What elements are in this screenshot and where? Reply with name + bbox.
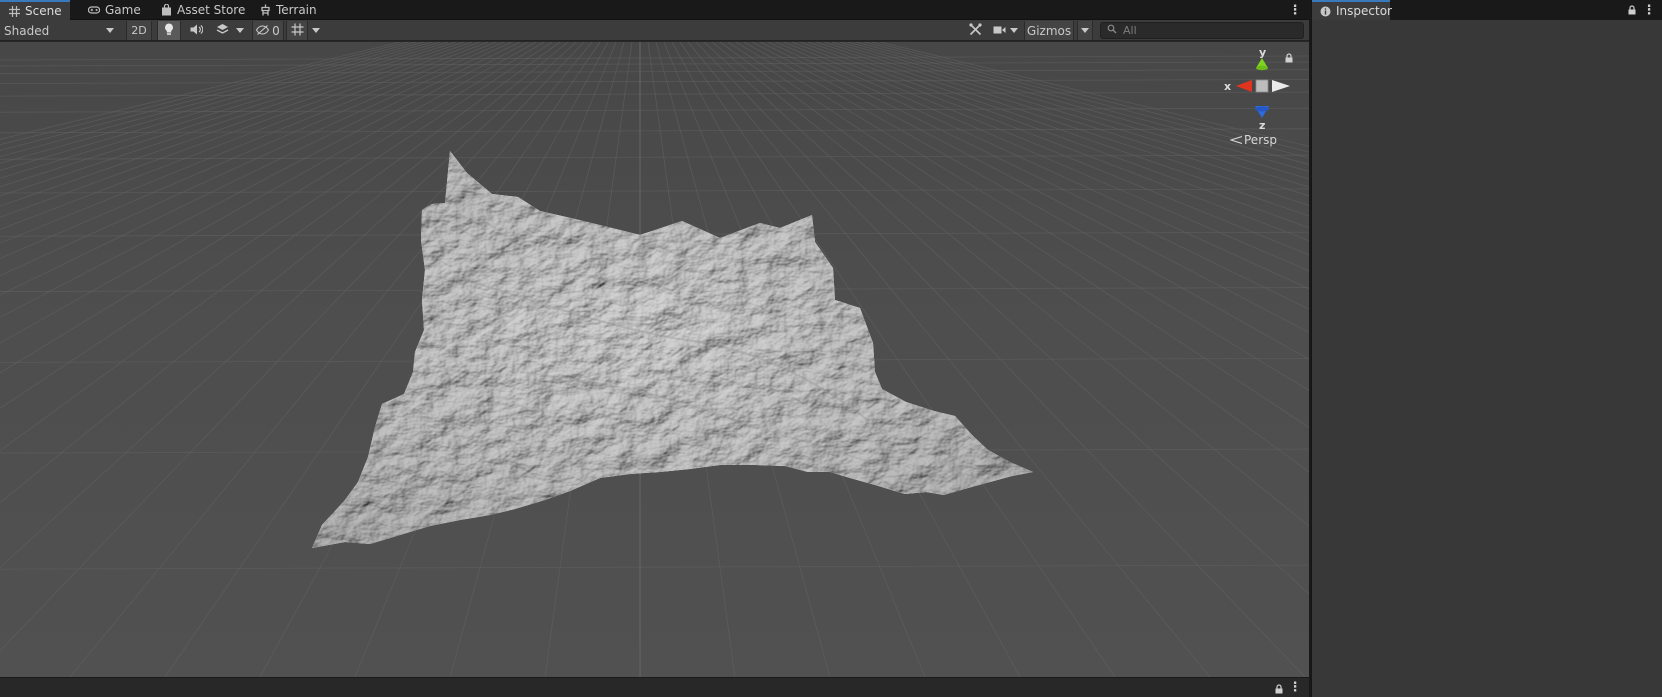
bag-icon	[160, 4, 172, 16]
shading-mode-dropdown[interactable]: Shaded	[4, 21, 118, 40]
inspector-body	[1312, 20, 1662, 697]
toggle-2d-button[interactable]: 2D	[126, 21, 152, 40]
scene-search-field[interactable]	[1100, 22, 1304, 39]
scene-tab-bar: Scene Game Asset Store Terrain ⋮	[0, 0, 1309, 20]
tab-inspector[interactable]: Inspector	[1312, 0, 1392, 20]
shading-mode-label: Shaded	[4, 23, 50, 38]
chevron-down-icon	[1081, 28, 1089, 33]
lighting-toggle-button[interactable]	[157, 21, 181, 40]
tab-game[interactable]: Game	[80, 0, 149, 20]
gamepad-icon	[88, 4, 100, 16]
gizmos-dropdown[interactable]	[1077, 21, 1093, 40]
tab-asset-store[interactable]: Asset Store	[152, 0, 253, 20]
tool-icon	[259, 4, 271, 16]
chevron-down-icon	[1009, 28, 1018, 33]
camera-settings-button[interactable]	[990, 21, 1020, 40]
info-icon	[1320, 5, 1331, 17]
audio-toggle-button[interactable]	[184, 21, 208, 40]
axis-y-label: y	[1259, 46, 1267, 59]
projection-toggle[interactable]: Persp	[1229, 133, 1277, 147]
grid-icon	[8, 5, 20, 17]
inspector-tab-bar: Inspector ⋮	[1312, 0, 1662, 20]
camera-icon	[993, 24, 1006, 38]
axis-x-label: x	[1224, 80, 1232, 93]
hidden-objects-toggle[interactable]: 0	[252, 21, 284, 40]
chevron-down-icon	[106, 28, 114, 33]
layers-icon	[216, 23, 229, 38]
wrench-icon	[968, 22, 982, 39]
chevron-down-icon	[236, 28, 244, 33]
grid-dropdown[interactable]	[310, 21, 322, 40]
tab-game-label: Game	[105, 3, 141, 17]
inspector-menu-icon[interactable]: ⋮	[1642, 2, 1656, 18]
gizmo-center-cube	[1255, 79, 1269, 93]
speaker-icon	[190, 24, 203, 38]
gizmos-label: Gizmos	[1026, 23, 1072, 38]
hidden-count: 0	[272, 23, 280, 38]
scene-tab-menu-icon[interactable]: ⋮	[1288, 2, 1302, 18]
effects-dropdown[interactable]	[234, 21, 246, 40]
axis-neg-x-cone	[1272, 80, 1290, 92]
axis-x-cone	[1236, 80, 1252, 92]
scene-toolbar: Shaded 2D 0 Gizmos All	[0, 20, 1309, 41]
grid-snap-icon	[291, 23, 304, 39]
gizmos-button[interactable]: Gizmos	[1024, 21, 1074, 40]
inspector-window: Inspector ⋮	[1311, 0, 1662, 697]
search-input[interactable]	[1123, 24, 1293, 37]
grid-toggle-button[interactable]	[286, 21, 308, 40]
toggle-2d-label: 2D	[131, 24, 147, 37]
inspector-lock-icon[interactable]	[1628, 4, 1636, 18]
scene-viewport[interactable]	[0, 42, 1309, 677]
tab-scene[interactable]: Scene	[0, 0, 70, 20]
axis-y-cone-base	[1256, 65, 1268, 71]
scene-window: Scene Game Asset Store Terrain ⋮ Shaded	[0, 0, 1309, 697]
effects-toggle-button[interactable]	[212, 21, 232, 40]
projection-label: Persp	[1244, 133, 1277, 147]
axis-z-label: z	[1259, 119, 1266, 132]
axis-z-cone-base	[1255, 106, 1269, 112]
scene-lock-icon[interactable]	[1285, 52, 1293, 66]
tab-inspector-label: Inspector	[1336, 4, 1392, 18]
bottom-menu-icon[interactable]: ⋮	[1288, 679, 1302, 695]
tab-terrain-label: Terrain	[276, 3, 317, 17]
tab-scene-label: Scene	[25, 4, 62, 18]
tab-asset-store-label: Asset Store	[177, 3, 246, 17]
tab-terrain[interactable]: Terrain	[251, 0, 325, 20]
bottom-lock-icon[interactable]	[1275, 683, 1283, 697]
tools-button[interactable]	[964, 21, 986, 40]
scene-canvas	[0, 42, 1309, 677]
search-icon	[1107, 24, 1117, 37]
eye-slash-icon	[256, 24, 270, 38]
perspective-icon	[1229, 133, 1243, 147]
chevron-down-icon	[312, 28, 320, 33]
scene-bottom-bar: ⋮	[0, 677, 1309, 697]
lightbulb-icon	[164, 23, 174, 39]
